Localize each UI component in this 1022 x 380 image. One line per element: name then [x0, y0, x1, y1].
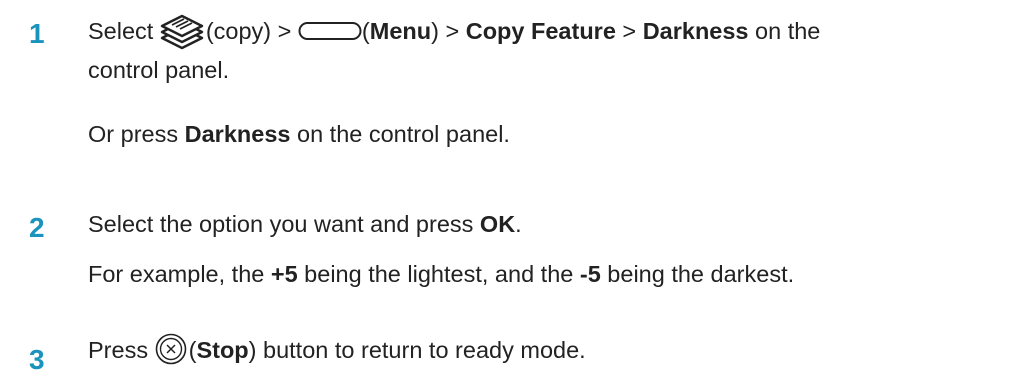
step-number: 3: [29, 344, 45, 375]
step-number: 2: [29, 212, 45, 243]
step-2-instruction: Select the option you want and press OK.: [88, 211, 522, 237]
step-3-instruction: Press (Stop) button to return to ready m…: [88, 331, 1018, 370]
step-number: 1: [29, 18, 45, 49]
step-1-instruction: Select (copy) > (Menu) > Copy Feature > …: [88, 12, 1018, 90]
step-1-alternative: Or press Darkness on the control panel.: [88, 121, 510, 147]
stop-button-icon: [155, 333, 187, 365]
menu-button-icon: [298, 21, 362, 41]
step-2-example: For example, the +5 being the lightest, …: [88, 261, 795, 287]
copy-icon: [158, 12, 206, 49]
